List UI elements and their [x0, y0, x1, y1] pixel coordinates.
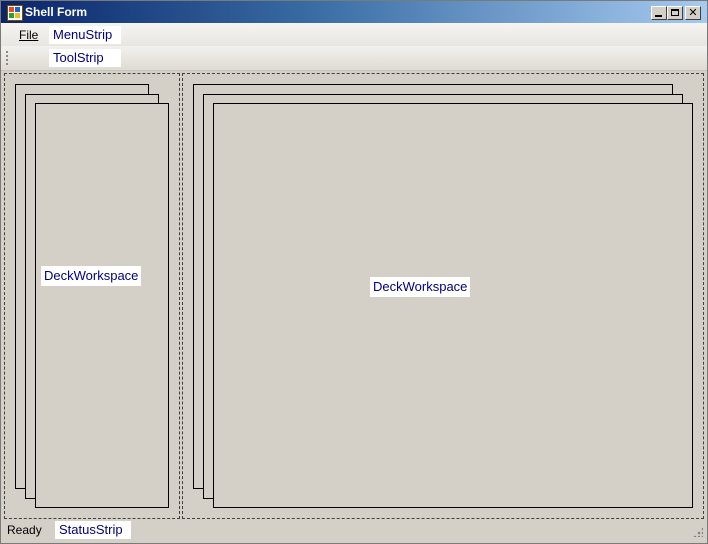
- toolstrip-type-here[interactable]: ToolStrip: [49, 49, 121, 67]
- close-icon: ✕: [688, 6, 698, 19]
- status-ready-label: Ready: [7, 523, 42, 537]
- shell-form-window: Shell Form ✕ File MenuStrip ToolStrip De…: [0, 0, 708, 544]
- window-title: Shell Form: [25, 5, 88, 19]
- deck-card-front[interactable]: DeckWorkspace: [35, 103, 169, 508]
- left-deck-workspace-label: DeckWorkspace: [41, 266, 142, 286]
- menustrip-type-here[interactable]: MenuStrip: [49, 26, 121, 44]
- left-split-panel: DeckWorkspace: [4, 73, 180, 519]
- maximize-icon: [671, 9, 679, 16]
- right-deck-workspace-label: DeckWorkspace: [370, 277, 471, 297]
- right-split-panel: DeckWorkspace: [182, 73, 704, 519]
- statusstrip-type-here[interactable]: StatusStrip: [55, 521, 131, 539]
- deck-card-front[interactable]: DeckWorkspace: [213, 103, 693, 508]
- status-strip: Ready StatusStrip: [1, 519, 707, 541]
- maximize-button[interactable]: [667, 6, 683, 20]
- toolstrip-grip-icon[interactable]: [6, 51, 8, 65]
- minimize-button[interactable]: [651, 6, 667, 20]
- size-grip-icon[interactable]: [693, 527, 703, 537]
- menu-item-file[interactable]: File: [19, 28, 38, 42]
- minimize-icon: [655, 15, 662, 17]
- app-icon[interactable]: [7, 5, 23, 21]
- tool-strip: ToolStrip: [1, 46, 707, 71]
- close-button[interactable]: ✕: [685, 6, 701, 20]
- menu-strip: File MenuStrip: [1, 23, 707, 46]
- title-bar[interactable]: Shell Form ✕: [1, 1, 707, 23]
